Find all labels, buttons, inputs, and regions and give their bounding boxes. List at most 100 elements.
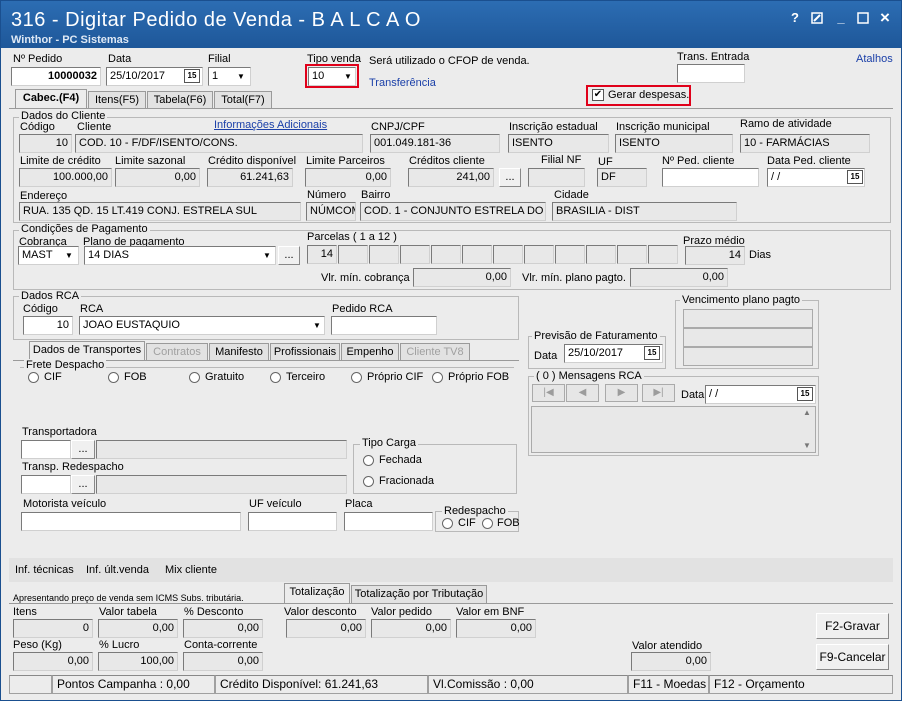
calendar-icon[interactable]: 15 — [847, 170, 863, 184]
parcela-10-field[interactable] — [586, 245, 616, 264]
chevron-down-icon[interactable]: ▼ — [341, 68, 355, 85]
nav-last-button[interactable]: ▶| — [642, 384, 675, 402]
transp-redespacho-name-field[interactable] — [96, 475, 347, 494]
tab-totalizacao-tributacao[interactable]: Totalização por Tributação — [351, 585, 487, 603]
cliente-name-field[interactable]: COD. 10 - F/DF/ISENTO/CONS. — [75, 134, 363, 153]
nav-prev-button[interactable]: ◀ — [566, 384, 599, 402]
atalhos-link[interactable]: Atalhos — [856, 53, 893, 65]
trans-entrada-field[interactable] — [677, 64, 745, 83]
chevron-down-icon[interactable]: ▼ — [234, 68, 248, 85]
ie-field[interactable]: ISENTO — [508, 134, 609, 153]
plano-select[interactable]: 14 DIAS — [84, 246, 276, 265]
subtab-dados-transportes[interactable]: Dados de Transportes — [29, 341, 145, 361]
subtab-manifesto[interactable]: Manifesto — [209, 343, 269, 361]
prazo-medio-field[interactable]: 14 — [685, 246, 745, 265]
peso-field[interactable]: 0,00 — [13, 652, 93, 671]
placa-field[interactable] — [344, 512, 433, 531]
valor-tabela-field[interactable]: 0,00 — [98, 619, 178, 638]
cliente-codigo-field[interactable]: 10 — [19, 134, 72, 153]
creditos-ellipsis-button[interactable]: ... — [499, 168, 521, 187]
transp-redespacho-code-field[interactable] — [21, 475, 71, 494]
frete-fob-radio[interactable] — [108, 372, 119, 383]
subtab-profissionais[interactable]: Profissionais — [270, 343, 340, 361]
frete-proprio-cif-radio[interactable] — [351, 372, 362, 383]
transportadora-name-field[interactable] — [96, 440, 347, 459]
uf-veiculo-field[interactable] — [248, 512, 337, 531]
inf-tecnicas-link[interactable]: Inf. técnicas — [15, 564, 74, 576]
plano-ellipsis-button[interactable]: ... — [278, 246, 300, 265]
rca-codigo-field[interactable]: 10 — [23, 316, 73, 335]
close-icon[interactable]: × — [877, 9, 893, 26]
creditos-cliente-field[interactable]: 241,00 — [408, 168, 494, 187]
endereco-field[interactable]: RUA. 135 QD. 15 LT.419 CONJ. ESTRELA SUL — [19, 202, 301, 221]
redespacho-cif-radio[interactable] — [442, 518, 453, 529]
parcela-1-field[interactable]: 14 — [307, 245, 337, 264]
limite-parceiros-field[interactable]: 0,00 — [305, 168, 391, 187]
valor-desconto-field[interactable]: 0,00 — [286, 619, 366, 638]
vlr-min-plano-field[interactable]: 0,00 — [630, 268, 728, 287]
info-adicionais-link[interactable]: Informações Adicionais — [214, 119, 327, 131]
title-bar[interactable]: 316 - Digitar Pedido de Venda - B A L C … — [1, 1, 901, 48]
transferencia-link[interactable]: Transferência — [369, 77, 436, 89]
numero-field[interactable]: NÚMCOM — [306, 202, 356, 221]
tab-tabela[interactable]: Tabela(F6) — [147, 91, 213, 109]
parcela-2-field[interactable] — [338, 245, 368, 264]
cancelar-button[interactable]: F9-Cancelar — [816, 644, 889, 670]
parcela-11-field[interactable] — [617, 245, 647, 264]
parcela-4-field[interactable] — [400, 245, 430, 264]
parcela-5-field[interactable] — [431, 245, 461, 264]
calendar-icon[interactable]: 15 — [644, 346, 660, 360]
tab-total[interactable]: Total(F7) — [214, 91, 272, 109]
gerar-despesas-checkbox[interactable]: ✔ — [592, 89, 604, 101]
pedido-rca-field[interactable] — [331, 316, 437, 335]
nav-next-button[interactable]: ▶ — [605, 384, 638, 402]
parcela-3-field[interactable] — [369, 245, 399, 264]
chevron-down-icon[interactable]: ▼ — [62, 247, 76, 264]
inf-ult-venda-link[interactable]: Inf. últ.venda — [86, 564, 149, 576]
subtab-cliente-tv8[interactable]: Cliente TV8 — [400, 343, 470, 361]
transportadora-code-field[interactable] — [21, 440, 71, 459]
tab-totalizacao[interactable]: Totalização — [284, 583, 350, 603]
rca-select[interactable]: JOAO EUSTAQUIO — [79, 316, 325, 335]
num-ped-cliente-field[interactable] — [662, 168, 759, 187]
valor-atendido-field[interactable]: 0,00 — [631, 652, 711, 671]
scroll-down-icon[interactable]: ▼ — [803, 441, 811, 450]
motorista-field[interactable] — [21, 512, 241, 531]
parcela-6-field[interactable] — [462, 245, 492, 264]
bairro-field[interactable]: COD. 1 - CONJUNTO ESTRELA DO SU — [360, 202, 546, 221]
help-icon[interactable]: ? — [787, 10, 803, 26]
vlr-min-cobranca-field[interactable]: 0,00 — [413, 268, 511, 287]
valor-pedido-field[interactable]: 0,00 — [371, 619, 451, 638]
nav-first-button[interactable]: |◀ — [532, 384, 565, 402]
credito-disp-field[interactable]: 61.241,63 — [207, 168, 293, 187]
transp-redespacho-ellipsis-button[interactable]: ... — [71, 475, 95, 494]
uf-field[interactable]: DF — [597, 168, 647, 187]
frete-proprio-fob-radio[interactable] — [432, 372, 443, 383]
tab-cabec[interactable]: Cabec.(F4) — [15, 89, 87, 109]
ramo-field[interactable]: 10 - FARMÁCIAS — [740, 134, 870, 153]
vencimento-field-1[interactable] — [683, 309, 813, 328]
mensagens-textarea[interactable] — [531, 406, 816, 453]
itens-field[interactable]: 0 — [13, 619, 93, 638]
transportadora-ellipsis-button[interactable]: ... — [71, 440, 95, 459]
pct-lucro-field[interactable]: 100,00 — [98, 652, 178, 671]
gravar-button[interactable]: F2-Gravar — [816, 613, 889, 639]
valor-bnf-field[interactable]: 0,00 — [456, 619, 536, 638]
minimize-icon[interactable]: _ — [833, 10, 849, 26]
vencimento-field-2[interactable] — [683, 328, 813, 347]
chevron-down-icon[interactable]: ▼ — [260, 247, 274, 264]
frete-cif-radio[interactable] — [28, 372, 39, 383]
parcela-12-field[interactable] — [648, 245, 678, 264]
scroll-up-icon[interactable]: ▲ — [803, 408, 811, 417]
maximize-icon[interactable] — [855, 10, 871, 26]
filial-nf-field[interactable] — [528, 168, 585, 187]
vencimento-field-3[interactable] — [683, 347, 813, 366]
limite-sazonal-field[interactable]: 0,00 — [115, 168, 200, 187]
subtab-contratos[interactable]: Contratos — [146, 343, 208, 361]
mix-cliente-link[interactable]: Mix cliente — [165, 564, 217, 576]
conta-corrente-field[interactable]: 0,00 — [183, 652, 263, 671]
limite-credito-field[interactable]: 100.000,00 — [19, 168, 112, 187]
subtab-empenho[interactable]: Empenho — [341, 343, 399, 361]
calendar-icon[interactable]: 15 — [184, 69, 200, 83]
chevron-down-icon[interactable]: ▼ — [310, 317, 324, 334]
